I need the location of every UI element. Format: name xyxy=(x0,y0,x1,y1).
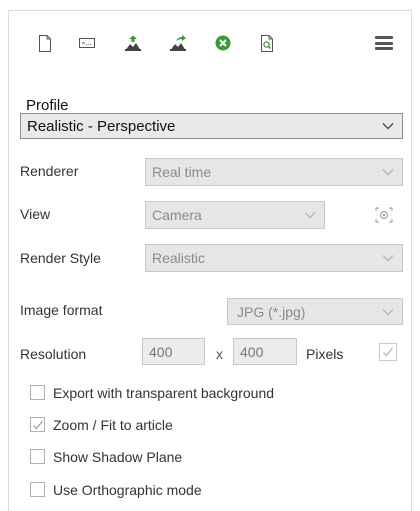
orthographic-mode-label: Use Orthographic mode xyxy=(53,482,202,498)
chevron-down-icon xyxy=(382,123,394,130)
resolution-label: Resolution xyxy=(20,346,87,362)
zoom-fit-label: Zoom / Fit to article xyxy=(53,417,173,433)
renderer-select-value: Real time xyxy=(152,164,212,180)
share-image-icon[interactable] xyxy=(169,34,187,52)
resolution-height-input[interactable]: 400 xyxy=(233,338,297,365)
close-circle-icon[interactable] xyxy=(214,34,232,52)
profile-select[interactable]: Realistic - Perspective xyxy=(20,113,403,139)
check-icon xyxy=(33,420,43,430)
text-field-icon[interactable] xyxy=(78,34,96,52)
document-search-icon[interactable] xyxy=(258,34,276,52)
orthographic-mode-checkbox[interactable] xyxy=(30,482,45,497)
image-format-label: Image format xyxy=(20,302,103,318)
render-style-select-value: Realistic xyxy=(152,250,205,266)
view-label: View xyxy=(20,206,51,222)
resolution-height-value: 400 xyxy=(240,343,264,360)
export-image-icon[interactable] xyxy=(124,34,142,52)
toolbar xyxy=(9,11,411,73)
renderer-select[interactable]: Real time xyxy=(145,158,403,186)
chevron-down-icon xyxy=(382,255,394,262)
chevron-down-icon xyxy=(382,169,394,176)
shadow-plane-label: Show Shadow Plane xyxy=(53,449,183,465)
lock-aspect-checkbox[interactable] xyxy=(379,343,397,361)
chevron-down-icon xyxy=(304,212,316,219)
export-settings-panel: Profile Realistic - Perspective Renderer… xyxy=(8,10,412,511)
resolution-width-input[interactable]: 400 xyxy=(142,338,205,365)
view-select-value: Camera xyxy=(152,207,202,223)
image-format-select[interactable]: JPG (*.jpg) xyxy=(227,298,403,325)
profile-select-value: Realistic - Perspective xyxy=(27,117,176,135)
chevron-down-icon xyxy=(382,308,394,315)
renderer-label: Renderer xyxy=(20,163,79,179)
render-style-label: Render Style xyxy=(20,250,101,266)
transparent-background-checkbox[interactable] xyxy=(30,385,45,400)
resolution-unit-label: Pixels xyxy=(306,346,344,362)
check-icon xyxy=(383,347,393,357)
camera-target-icon[interactable] xyxy=(375,207,393,223)
shadow-plane-checkbox[interactable] xyxy=(30,449,45,464)
zoom-fit-checkbox[interactable] xyxy=(30,417,45,432)
resolution-width-value: 400 xyxy=(149,343,173,360)
view-select[interactable]: Camera xyxy=(145,201,325,229)
profile-label: Profile xyxy=(26,97,69,114)
hamburger-menu-icon[interactable] xyxy=(375,36,393,50)
image-format-select-value: JPG (*.jpg) xyxy=(237,303,306,320)
transparent-background-label: Export with transparent background xyxy=(53,385,275,401)
new-document-icon[interactable] xyxy=(36,34,54,52)
resolution-separator: x xyxy=(216,346,223,362)
render-style-select[interactable]: Realistic xyxy=(145,244,403,272)
